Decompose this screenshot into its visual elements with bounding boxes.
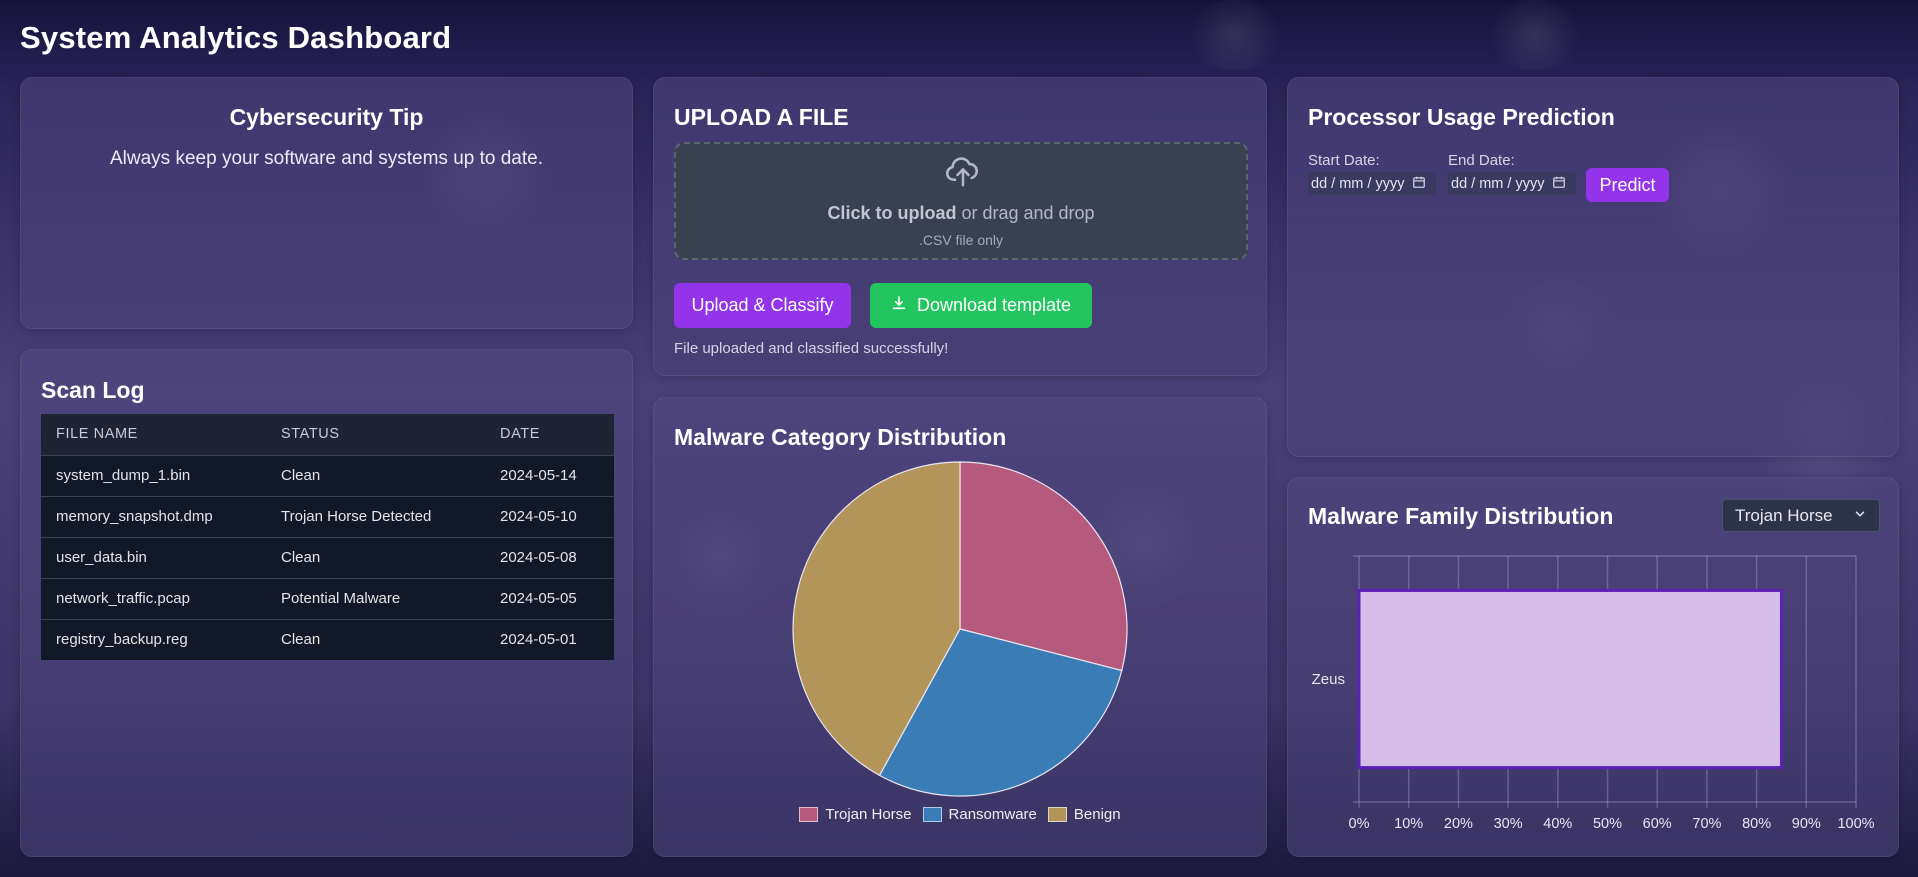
file-name-cell: network_traffic.pcap [41,577,266,619]
end-date-group: End Date: dd / mm / yyyy [1448,152,1576,195]
dropzone-drag-text: or drag and drop [956,203,1095,223]
legend-label-benign: Benign [1073,806,1121,823]
x-tick-label: 40% [1543,816,1572,832]
legend-swatch-ransomware [922,807,942,822]
table-header-row: FILE NAME STATUS DATE [41,414,614,455]
family-bar-chart: 0% 10% 20% 30% 40% 50% 60% 70% 80% 90% 100% Zeus [1312,555,1875,832]
processor-prediction-card: Processor Usage Prediction Start Date: d… [1287,77,1899,457]
file-name-cell: system_dump_1.bin [41,454,266,496]
start-date-group: Start Date: dd / mm / yyyy [1308,152,1436,195]
calendar-icon[interactable] [1552,175,1566,193]
start-date-input[interactable]: dd / mm / yyyy [1308,172,1436,195]
column-header-file-name: FILE NAME [41,414,266,455]
upload-classify-button[interactable]: Upload & Classify [674,283,851,328]
page-title: System Analytics Dashboard [20,20,452,55]
table-row[interactable]: registry_backup.reg Clean 2024-05-01 [41,618,614,660]
legend-label-ransomware: Ransomware [948,806,1037,823]
start-date-label: Start Date: [1308,152,1380,169]
date-cell: 2024-05-08 [485,536,614,578]
category-pie-chart [792,461,1128,797]
predict-label: Predict [1599,174,1656,195]
predict-button[interactable]: Predict [1586,168,1669,202]
legend-item-ransomware[interactable]: Ransomware [922,806,1037,823]
x-tick-label: 50% [1593,816,1622,832]
legend-label-trojan-horse: Trojan Horse [825,806,912,823]
dropzone-click-text: Click to upload [827,203,957,223]
date-cell: 2024-05-01 [485,618,614,660]
file-dropzone[interactable]: Click to upload or drag and drop .CSV fi… [674,142,1248,260]
date-cell: 2024-05-14 [485,454,614,496]
status-cell: Trojan Horse Detected [266,495,485,537]
file-name-cell: user_data.bin [41,536,266,578]
status-cell: Potential Malware [266,577,485,619]
x-tick-label: 100% [1837,816,1874,832]
table-row[interactable]: memory_snapshot.dmp Trojan Horse Detecte… [41,495,614,537]
file-name-cell: memory_snapshot.dmp [41,495,266,537]
dropzone-text: Click to upload or drag and drop [676,203,1246,224]
upload-status-message: File uploaded and classified successfull… [674,340,949,357]
category-legend: Trojan Horse Ransomware Benign [654,806,1266,823]
malware-family-card: Malware Family Distribution Trojan Horse… [1287,477,1899,857]
date-cell: 2024-05-10 [485,495,614,537]
x-tick-label: 20% [1444,816,1473,832]
download-template-button[interactable]: Download template [870,283,1092,328]
legend-item-benign[interactable]: Benign [1047,806,1121,823]
legend-swatch-benign [1047,807,1067,822]
status-cell: Clean [266,536,485,578]
scan-log-card: Scan Log FILE NAME STATUS DATE system_du… [20,349,633,857]
processor-title: Processor Usage Prediction [1308,104,1615,130]
legend-item-trojan-horse[interactable]: Trojan Horse [799,806,912,823]
x-tick-label: 0% [1349,816,1370,832]
x-tick-label: 90% [1792,816,1821,832]
cybersecurity-tip-card: Cybersecurity Tip Always keep your softw… [20,77,633,329]
dropzone-hint: .CSV file only [918,232,1004,248]
download-icon [891,295,907,316]
legend-swatch-trojan-horse [799,807,819,822]
end-date-placeholder: dd / mm / yyyy [1451,175,1545,192]
table-row[interactable]: system_dump_1.bin Clean 2024-05-14 [41,454,614,496]
end-date-input[interactable]: dd / mm / yyyy [1448,172,1576,195]
malware-category-card: Malware Category Distribution Trojan Hor… [653,397,1267,857]
table-row[interactable]: network_traffic.pcap Potential Malware 2… [41,577,614,619]
file-name-cell: registry_backup.reg [41,618,266,660]
column-header-date: DATE [485,414,614,455]
status-cell: Clean [266,454,485,496]
scan-log-table: FILE NAME STATUS DATE system_dump_1.bin … [41,414,614,660]
upload-classify-label: Upload & Classify [691,295,834,315]
x-tick-label: 30% [1494,816,1523,832]
cloud-upload-icon [944,152,982,195]
download-template-label: Download template [916,295,1072,315]
x-tick-label: 60% [1643,816,1672,832]
x-tick-label: 70% [1692,816,1721,832]
end-date-label: End Date: [1448,152,1515,169]
bar-zeus[interactable] [1357,588,1783,770]
table-row[interactable]: user_data.bin Clean 2024-05-08 [41,536,614,578]
date-cell: 2024-05-05 [485,577,614,619]
status-cell: Clean [266,618,485,660]
tip-text: Always keep your software and systems up… [110,148,543,169]
calendar-icon[interactable] [1412,175,1426,193]
scan-log-title: Scan Log [41,377,145,403]
x-tick-label: 10% [1394,816,1423,832]
upload-card: UPLOAD A FILE Click to upload or drag an… [653,77,1267,376]
start-date-placeholder: dd / mm / yyyy [1311,175,1405,192]
tip-title: Cybersecurity Tip [229,104,424,130]
x-tick-label: 80% [1742,816,1771,832]
y-category-label: Zeus [1312,671,1345,688]
column-header-status: STATUS [266,414,485,455]
upload-title: UPLOAD A FILE [674,104,849,130]
